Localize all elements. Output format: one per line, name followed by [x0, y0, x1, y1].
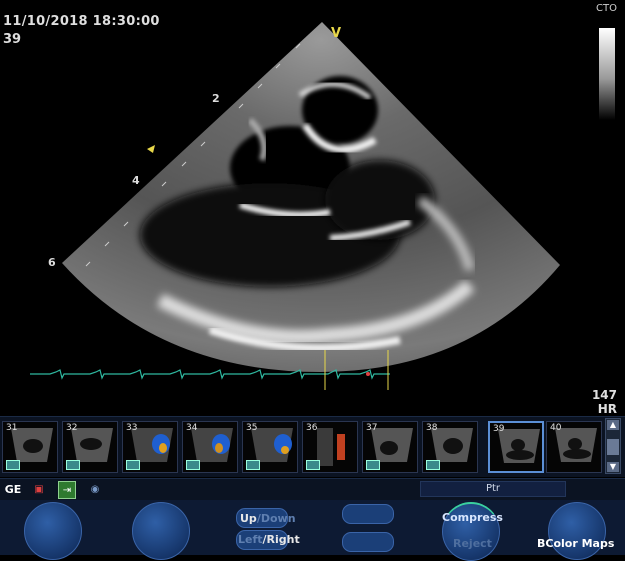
- control-panel: Up/Down Left/Right Compress Reject BColo…: [0, 500, 625, 561]
- clip-thumbnail[interactable]: 32: [62, 421, 118, 473]
- heart-rate-value: 147: [591, 388, 617, 402]
- depth-label-2: 2: [212, 92, 220, 105]
- film-icon: [426, 460, 440, 470]
- clip-thumbnail-selected[interactable]: 39: [488, 421, 544, 473]
- left-label: Left: [238, 533, 263, 546]
- film-icon: [66, 460, 80, 470]
- export-icon[interactable]: ⇥: [58, 481, 76, 499]
- heart-rate-label: HR: [597, 402, 617, 416]
- clip-thumbnail-number: 34: [186, 423, 198, 433]
- clip-thumbnail-number: 38: [426, 423, 438, 433]
- clip-thumbnail[interactable]: 34: [182, 421, 238, 473]
- scroll-down-icon[interactable]: ▼: [607, 462, 619, 472]
- ecg-trace: [30, 350, 390, 390]
- clip-thumbnail-number: 32: [66, 423, 78, 433]
- scroll-up-icon[interactable]: ▲: [607, 420, 619, 430]
- film-icon: [306, 460, 320, 470]
- compress-label: Compress: [442, 511, 503, 524]
- clip-thumbnail[interactable]: 37: [362, 421, 418, 473]
- clip-thumbnail[interactable]: 38: [422, 421, 478, 473]
- rotary-knob-2[interactable]: [132, 502, 190, 560]
- thumbnail-scrollbar[interactable]: ▲ ▼: [605, 418, 621, 474]
- reject-label: Reject: [453, 537, 492, 550]
- scroll-thumb[interactable]: [607, 439, 619, 455]
- film-icon: [6, 460, 20, 470]
- orientation-marker: V: [331, 26, 342, 41]
- clip-thumbnail[interactable]: 36: [302, 421, 358, 473]
- film-icon: [126, 460, 140, 470]
- clip-thumbnail-number: 40: [550, 423, 562, 433]
- clip-thumbnail-number: 35: [246, 423, 258, 433]
- clip-thumbnail-number: 33: [126, 423, 138, 433]
- record-icon[interactable]: ◉: [86, 481, 104, 499]
- blank-button-1[interactable]: [342, 504, 394, 524]
- film-icon: [246, 460, 260, 470]
- clip-thumbnail-number: 39: [493, 424, 505, 434]
- clip-thumbnail[interactable]: 40: [546, 421, 602, 473]
- gray-scale-bar: [599, 28, 615, 120]
- gray-map-label: CTO: [596, 3, 617, 14]
- film-icon: [366, 460, 380, 470]
- printer-icon[interactable]: ▣: [30, 481, 48, 499]
- clip-thumbnail[interactable]: 31: [2, 421, 58, 473]
- ge-logo-icon[interactable]: GE: [4, 481, 22, 499]
- clip-thumbnail-strip: 31 32 33 34 35 36 37 38 39 40: [0, 416, 625, 477]
- rotary-knob-1[interactable]: [24, 502, 82, 560]
- depth-label-6: 6: [48, 256, 56, 269]
- clip-thumbnail[interactable]: 35: [242, 421, 298, 473]
- bcolor-maps-knob[interactable]: [548, 502, 606, 560]
- depth-label-4: 4: [132, 174, 140, 187]
- right-label: Right: [266, 533, 300, 546]
- up-label: Up: [240, 512, 257, 525]
- frame-number: 39: [3, 32, 22, 47]
- blank-button-2[interactable]: [342, 532, 394, 552]
- clip-thumbnail-number: 36: [306, 423, 318, 433]
- clip-thumbnail-number: 31: [6, 423, 18, 433]
- film-icon: [186, 460, 200, 470]
- clip-thumbnail[interactable]: 33: [122, 421, 178, 473]
- exam-datetime: 11/10/2018 18:30:00: [3, 14, 160, 29]
- pointer-label: Ptr: [420, 481, 566, 497]
- bcolor-maps-label: BColor Maps: [537, 537, 615, 550]
- clip-thumbnail-number: 37: [366, 423, 378, 433]
- down-label: Down: [260, 512, 296, 525]
